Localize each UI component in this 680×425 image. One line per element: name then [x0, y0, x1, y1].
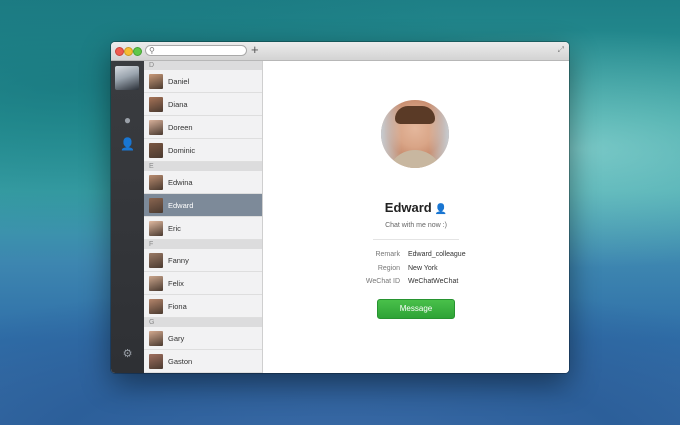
- contact-avatar: [149, 119, 163, 135]
- contact-avatar: [149, 220, 163, 236]
- contact-item-eric[interactable]: Eric: [144, 217, 262, 240]
- nav-sidebar: ● 👤 ⚙: [111, 61, 144, 373]
- info-label: Remark: [375, 251, 400, 258]
- contact-item-edward[interactable]: Edward: [144, 194, 262, 217]
- profile-name: Edward: [384, 200, 432, 215]
- info-row-wechat-id: WeChat ID WeChatWeChat: [263, 276, 569, 288]
- contact-name: Daniel: [168, 76, 190, 86]
- contact-item-edwina[interactable]: Edwina: [144, 171, 262, 194]
- contact-item-daniel[interactable]: Daniel: [144, 70, 262, 93]
- info-row-remark: Remark Edward_colleague: [263, 249, 569, 261]
- message-button[interactable]: Message: [377, 299, 455, 319]
- info-label: Region: [377, 264, 400, 272]
- minimize-window-button[interactable]: [124, 47, 133, 56]
- contact-item-dominic[interactable]: Dominic: [144, 139, 262, 162]
- profile-signature: Chat with me now :): [385, 222, 447, 229]
- fullscreen-icon[interactable]: ⤢: [558, 45, 564, 55]
- contact-item-felix[interactable]: Felix: [144, 272, 262, 295]
- contact-item-gary[interactable]: Gary: [144, 327, 262, 350]
- search-input[interactable]: [158, 46, 244, 55]
- info-value: New York: [408, 264, 438, 272]
- contact-avatar: [149, 197, 163, 213]
- contact-name: Felix: [168, 278, 184, 288]
- section-header: G: [144, 318, 262, 327]
- section-header: D: [144, 61, 262, 70]
- contacts-icon[interactable]: 👤: [111, 137, 144, 151]
- title-bar: ⚲ + ⤢: [111, 42, 569, 61]
- contact-list: D Daniel Diana Doreen Dominic E Edwina Edward Er…: [144, 61, 263, 373]
- contact-avatar: [149, 353, 163, 369]
- contact-name: Fanny: [168, 255, 189, 265]
- search-box[interactable]: ⚲: [145, 45, 247, 56]
- contact-avatar: [149, 73, 163, 89]
- profile-avatar: [381, 100, 449, 168]
- contact-item-gaston[interactable]: Gaston: [144, 350, 262, 373]
- chat-icon[interactable]: ●: [111, 113, 144, 127]
- divider: [373, 239, 459, 240]
- contact-avatar: [149, 142, 163, 158]
- contact-item-doreen[interactable]: Doreen: [144, 116, 262, 139]
- contact-name: Gaston: [168, 356, 193, 366]
- profile-pane: Edward 👤 Chat with me now :) Remark Edward…: [263, 61, 569, 373]
- wechat-window: ⚲ + ⤢ ● 👤 ⚙ D Daniel Diana Doreen Dominic E Ed…: [111, 42, 569, 373]
- gear-icon[interactable]: ⚙: [111, 347, 144, 360]
- info-row-region: Region New York: [263, 263, 569, 275]
- contact-item-fanny[interactable]: Fanny: [144, 249, 262, 272]
- contact-avatar: [149, 252, 163, 268]
- section-header: E: [144, 162, 262, 171]
- person-icon: 👤: [434, 204, 448, 215]
- contact-avatar: [149, 96, 163, 112]
- contact-name: Edward: [168, 200, 194, 210]
- contact-item-fiona[interactable]: Fiona: [144, 295, 262, 318]
- contact-name: Eric: [168, 223, 181, 233]
- contact-name: Edwina: [168, 177, 193, 187]
- contact-name: Fiona: [168, 301, 187, 311]
- contact-item-diana[interactable]: Diana: [144, 93, 262, 116]
- my-avatar[interactable]: [115, 66, 139, 90]
- info-value: WeChatWeChat: [408, 278, 459, 285]
- section-header: F: [144, 240, 262, 249]
- search-icon: ⚲: [149, 46, 155, 55]
- add-button[interactable]: +: [251, 43, 259, 57]
- contact-avatar: [149, 330, 163, 346]
- contact-name: Dominic: [168, 145, 196, 155]
- contact-avatar: [149, 298, 163, 314]
- profile-name-line: Edward 👤: [263, 200, 569, 215]
- contact-name: Doreen: [168, 122, 193, 132]
- close-window-button[interactable]: [115, 47, 124, 56]
- contact-name: Diana: [168, 99, 188, 109]
- contact-avatar: [149, 174, 163, 190]
- info-label: WeChat ID: [365, 278, 400, 285]
- contact-avatar: [149, 275, 163, 291]
- contact-name: Gary: [168, 333, 185, 343]
- info-value: Edward_colleague: [408, 251, 466, 258]
- zoom-window-button[interactable]: [133, 47, 142, 56]
